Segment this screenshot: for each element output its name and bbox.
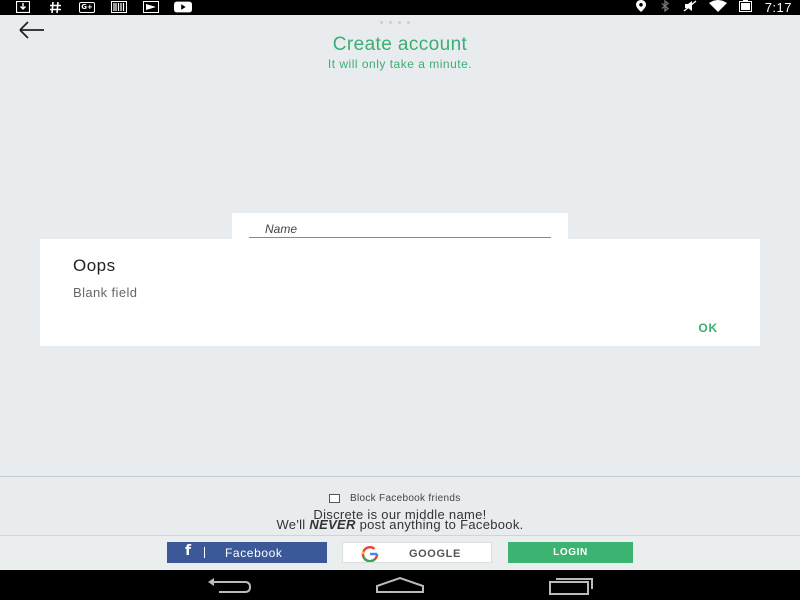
page-subtitle: It will only take a minute.	[327, 57, 473, 71]
login-buttons-bar: f Facebook GOOGLE LOGIN	[0, 535, 800, 570]
facebook-login-button[interactable]: f Facebook	[167, 542, 327, 563]
wifi-icon	[708, 0, 727, 17]
download-icon	[14, 1, 32, 13]
mute-icon	[683, 0, 697, 17]
dialog-message: Blank field	[73, 285, 138, 300]
disclaimer-post: post anything to Facebook.	[359, 517, 524, 532]
dialog-title: Oops	[73, 256, 116, 275]
page-indicator	[380, 21, 410, 24]
block-facebook-checkbox[interactable]	[329, 494, 340, 503]
location-icon	[635, 0, 647, 17]
barcode-icon	[110, 1, 128, 13]
disclaimer-pre: We'll	[276, 517, 306, 532]
navigation-bar	[0, 570, 800, 600]
login-button[interactable]: LOGIN	[508, 542, 633, 563]
send-icon	[142, 1, 160, 13]
page-title: Create account	[332, 34, 468, 55]
block-facebook-label: Block Facebook friends	[350, 493, 461, 504]
footer-divider	[0, 476, 800, 477]
bluetooth-icon	[659, 0, 671, 17]
nav-back-icon[interactable]	[205, 576, 253, 596]
battery-icon	[738, 0, 753, 17]
google-plus-icon: G+	[78, 1, 96, 13]
ok-button[interactable]: OK	[698, 321, 718, 335]
facebook-label: Facebook	[225, 546, 283, 560]
google-label: GOOGLE	[409, 548, 461, 560]
google-login-button[interactable]: GOOGLE	[342, 542, 492, 563]
nav-home-icon[interactable]	[375, 576, 425, 596]
disclaimer-line-2: We'll NEVER post anything to Facebook.	[0, 517, 800, 532]
status-bar: G+ 7:17	[0, 0, 800, 15]
disclaimer-emphasis: NEVER	[309, 517, 356, 532]
nav-recents-icon[interactable]	[548, 576, 594, 596]
error-dialog: Oops Blank field OK	[40, 239, 760, 346]
youtube-icon	[174, 1, 192, 13]
google-icon	[361, 546, 379, 562]
hashtag-icon	[46, 1, 64, 13]
facebook-separator	[204, 547, 205, 558]
block-facebook-friends-option[interactable]: Block Facebook friends	[329, 493, 461, 504]
clock: 7:17	[764, 0, 792, 15]
facebook-icon: f	[185, 543, 192, 559]
name-field[interactable]	[249, 221, 551, 238]
